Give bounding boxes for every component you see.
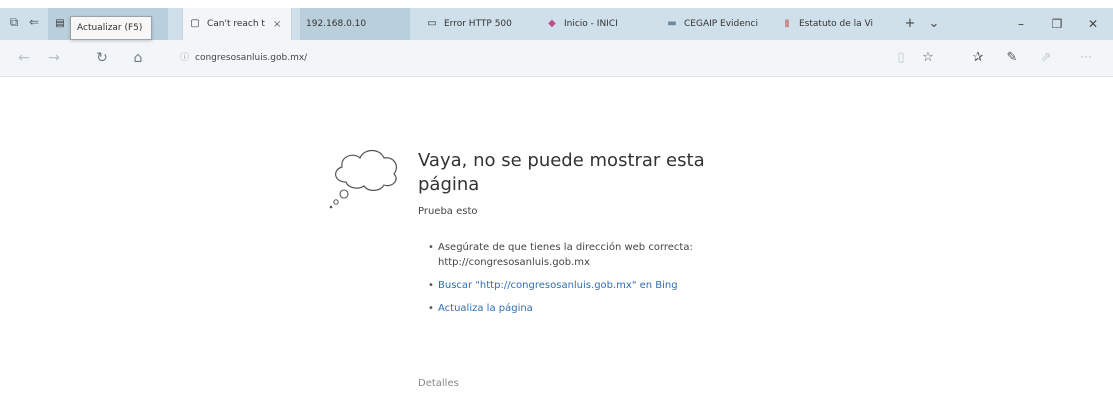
back-arrow-icon[interactable]: ←	[14, 48, 34, 68]
list-item: Asegúrate de que tienes la dirección web…	[428, 240, 728, 270]
list-item[interactable]: Buscar "http://congresosanluis.gob.mx" e…	[428, 278, 728, 293]
navigation-bar: ← → ↻ ⌂ ⓘ congresosanluis.gob.mx/ ▯ ☆ ✰ ✎…	[0, 40, 1113, 77]
refresh-tooltip: Actualizar (F5)	[70, 16, 152, 40]
tab-preview-icon[interactable]: ⧉	[6, 14, 22, 30]
tab-label: Inicio - INICI	[564, 19, 618, 29]
refresh-page-link[interactable]: Actualiza la página	[438, 303, 533, 314]
refresh-icon[interactable]: ↻	[92, 48, 112, 68]
share-icon[interactable]: ⇗	[1037, 49, 1055, 67]
home-icon[interactable]: ⌂	[128, 48, 148, 68]
tab-bar: ⧉ ⇐ ▤ Actualizar (F5) ▢ Can't reach t × …	[0, 0, 1113, 40]
site-logo-icon: ▮	[784, 18, 790, 29]
info-icon: ⓘ	[180, 53, 190, 63]
tab-label: Can't reach t	[207, 19, 265, 29]
error-title: Vaya, no se puede mostrar esta página	[418, 150, 705, 195]
thought-cloud-icon	[326, 144, 406, 214]
page-icon: ▬	[667, 18, 677, 29]
more-menu-icon[interactable]: ⋯	[1077, 49, 1095, 67]
minimize-button[interactable]: –	[1004, 8, 1038, 40]
site-logo-icon: ◆	[548, 18, 556, 29]
web-note-pen-icon[interactable]: ✎	[1003, 49, 1021, 67]
tab-label: Estatuto de la Vi	[799, 19, 873, 29]
new-tab-button[interactable]: +	[898, 8, 922, 40]
address-text: congresosanluis.gob.mx/	[195, 53, 308, 63]
forward-arrow-icon[interactable]: →	[44, 48, 64, 68]
maximize-button[interactable]: ❐	[1040, 8, 1074, 40]
page-icon: ▭	[427, 18, 437, 29]
tab-menu-chevron-icon[interactable]: ⌄	[922, 8, 946, 40]
page-icon: ▤	[55, 18, 65, 29]
suggestion-list: Asegúrate de que tienes la dirección web…	[428, 240, 728, 324]
list-item[interactable]: Actualiza la página	[428, 301, 728, 316]
tab[interactable]: ◆ Inicio - INICI	[540, 8, 650, 40]
address-bar[interactable]: ⓘ congresosanluis.gob.mx/	[180, 50, 380, 66]
tab-label: 192.168.0.10	[306, 19, 367, 29]
tab-label: CEGAIP Evidenci	[684, 19, 758, 29]
details-toggle[interactable]: Detalles	[418, 378, 459, 389]
suggestion-text: Asegúrate de que tienes la dirección web…	[438, 242, 693, 268]
error-subtitle: Prueba esto	[418, 206, 478, 217]
tab-active[interactable]: ▢ Can't reach t ×	[182, 8, 292, 40]
page-icon: ▢	[190, 18, 200, 29]
reading-view-icon[interactable]: ▯	[892, 49, 910, 67]
close-tab-icon[interactable]: ×	[273, 19, 281, 30]
favorite-star-icon[interactable]: ☆	[919, 49, 937, 67]
tab[interactable]: ▮ Estatuto de la Vi	[775, 8, 893, 40]
tab[interactable]: ▭ Error HTTP 500	[420, 8, 530, 40]
tab-label: Error HTTP 500	[444, 19, 512, 29]
tab[interactable]: ▬ CEGAIP Evidenci	[660, 8, 770, 40]
favorites-hub-icon[interactable]: ✰	[969, 49, 987, 67]
search-bing-link[interactable]: Buscar "http://congresosanluis.gob.mx" e…	[438, 280, 678, 291]
set-tabs-aside-icon[interactable]: ⇐	[26, 14, 42, 30]
close-window-button[interactable]: ✕	[1076, 8, 1110, 40]
tab[interactable]: 192.168.0.10	[300, 8, 410, 40]
